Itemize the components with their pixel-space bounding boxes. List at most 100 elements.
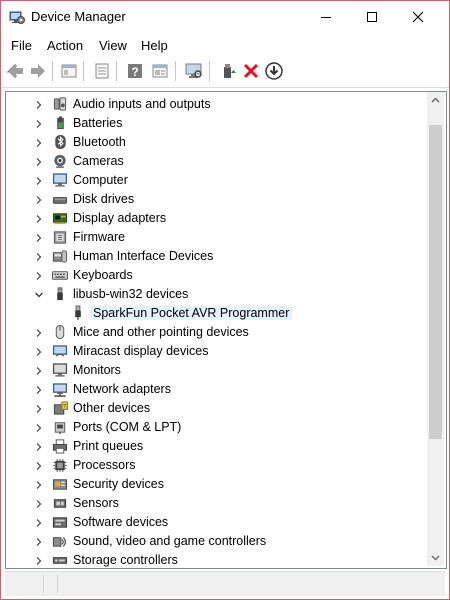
- properties-icon[interactable]: [59, 61, 79, 81]
- chevron-right-icon[interactable]: [34, 517, 44, 527]
- toolbar-separator: [209, 61, 210, 81]
- tree-category-item[interactable]: Print queues: [6, 437, 426, 456]
- details-icon[interactable]: [150, 61, 170, 81]
- tree-item-label: Network adapters: [73, 382, 171, 396]
- svg-text:?: ?: [131, 65, 138, 79]
- tree-category-item[interactable]: Sensors: [6, 494, 426, 513]
- tree-category-item[interactable]: Computer: [6, 171, 426, 190]
- device-tree[interactable]: Audio inputs and outputs Batteries Bluetoo…: [5, 91, 447, 569]
- chevron-right-icon[interactable]: [34, 479, 44, 489]
- mouse-icon: [51, 324, 69, 340]
- update-driver-icon[interactable]: [218, 61, 238, 81]
- tree-item-label: Monitors: [73, 363, 121, 377]
- tree-category-item[interactable]: Batteries: [6, 114, 426, 133]
- chevron-right-icon[interactable]: [34, 175, 44, 185]
- chevron-right-icon[interactable]: [34, 460, 44, 470]
- tree-item-label: Bluetooth: [73, 135, 126, 149]
- toolbar-separator: [116, 61, 117, 81]
- back-arrow-icon[interactable]: [6, 61, 26, 81]
- chevron-right-icon[interactable]: [34, 441, 44, 451]
- tree-category-item[interactable]: Keyboards: [6, 266, 426, 285]
- tree-item-label: Sound, video and game controllers: [73, 534, 267, 548]
- status-segment: [45, 575, 58, 593]
- uninstall-icon[interactable]: [241, 61, 261, 81]
- chevron-right-icon[interactable]: [34, 194, 44, 204]
- chevron-right-icon[interactable]: [34, 327, 44, 337]
- chevron-right-icon[interactable]: [34, 270, 44, 280]
- chevron-right-icon[interactable]: [34, 251, 44, 261]
- tree-category-item[interactable]: Bluetooth: [6, 133, 426, 152]
- menu-view[interactable]: View: [99, 38, 127, 53]
- menu-bar: File Action View Help: [1, 33, 449, 57]
- menu-help[interactable]: Help: [141, 38, 168, 53]
- tree-category-item[interactable]: Sound, video and game controllers: [6, 532, 426, 551]
- tree-category-item[interactable]: Network adapters: [6, 380, 426, 399]
- tree-item-label: Miracast display devices: [73, 344, 209, 358]
- scan-hardware-icon[interactable]: [184, 61, 204, 81]
- other-devices-icon: ?: [51, 400, 69, 416]
- show-hidden-icon[interactable]: [92, 61, 112, 81]
- toolbar: ?: [1, 57, 449, 88]
- bluetooth-icon: [51, 134, 69, 150]
- tree-category-item[interactable]: Human Interface Devices: [6, 247, 426, 266]
- tree-item-label: Storage controllers: [73, 553, 178, 567]
- help-icon[interactable]: ?: [125, 61, 145, 81]
- toolbar-separator: [52, 61, 53, 81]
- tree-category-item[interactable]: ? Other devices: [6, 399, 426, 418]
- window-title: Device Manager: [31, 9, 126, 24]
- maximize-button[interactable]: [349, 1, 395, 33]
- tree-category-item[interactable]: Firmware: [6, 228, 426, 247]
- menu-file[interactable]: File: [11, 38, 32, 53]
- scroll-down-icon[interactable]: [427, 549, 444, 566]
- chevron-right-icon[interactable]: [34, 384, 44, 394]
- chevron-right-icon[interactable]: [34, 403, 44, 413]
- sensor-icon: [51, 495, 69, 511]
- chevron-right-icon[interactable]: [34, 232, 44, 242]
- chevron-right-icon[interactable]: [34, 365, 44, 375]
- chevron-right-icon[interactable]: [34, 156, 44, 166]
- battery-icon: [51, 115, 69, 131]
- tree-category-item[interactable]: Storage controllers: [6, 551, 426, 568]
- tree-category-item[interactable]: Monitors: [6, 361, 426, 380]
- vertical-scrollbar[interactable]: [427, 92, 444, 566]
- chevron-right-icon[interactable]: [34, 498, 44, 508]
- tree-category-item[interactable]: Software devices: [6, 513, 426, 532]
- tree-category-item[interactable]: Disk drives: [6, 190, 426, 209]
- tree-category-item[interactable]: Mice and other pointing devices: [6, 323, 426, 342]
- scroll-thumb[interactable]: [429, 125, 442, 439]
- speaker-icon: [51, 96, 69, 112]
- device-manager-icon: [9, 9, 25, 25]
- close-button[interactable]: [395, 1, 441, 33]
- chevron-down-icon[interactable]: [34, 289, 44, 299]
- keyboard-icon: [51, 267, 69, 283]
- title-bar[interactable]: Device Manager: [1, 1, 449, 33]
- status-segment: [5, 575, 44, 593]
- scroll-up-icon[interactable]: [427, 92, 444, 109]
- tree-category-item[interactable]: Security devices: [6, 475, 426, 494]
- disk-drive-icon: [51, 191, 69, 207]
- menu-action[interactable]: Action: [47, 38, 83, 53]
- tree-item-label: Software devices: [73, 515, 169, 529]
- chevron-right-icon[interactable]: [34, 137, 44, 147]
- chevron-right-icon[interactable]: [34, 536, 44, 546]
- minimize-button[interactable]: [303, 1, 349, 33]
- tree-category-item[interactable]: Display adapters: [6, 209, 426, 228]
- chevron-right-icon[interactable]: [34, 99, 44, 109]
- tree-category-item[interactable]: Processors: [6, 456, 426, 475]
- chevron-right-icon[interactable]: [34, 555, 44, 565]
- download-icon[interactable]: [264, 61, 284, 81]
- tree-category-item[interactable]: libusb-win32 devices: [6, 285, 426, 304]
- chevron-right-icon[interactable]: [34, 422, 44, 432]
- tree-device-item[interactable]: SparkFun Pocket AVR Programmer: [6, 304, 426, 323]
- tree-item-label: Computer: [73, 173, 128, 187]
- chevron-right-icon[interactable]: [34, 346, 44, 356]
- chevron-right-icon[interactable]: [34, 118, 44, 128]
- tree-category-item[interactable]: Cameras: [6, 152, 426, 171]
- tree-item-label: Cameras: [73, 154, 124, 168]
- chevron-right-icon[interactable]: [34, 213, 44, 223]
- tree-category-item[interactable]: Miracast display devices: [6, 342, 426, 361]
- tree-category-item[interactable]: Ports (COM & LPT): [6, 418, 426, 437]
- forward-arrow-icon[interactable]: [28, 61, 48, 81]
- tree-category-item[interactable]: Audio inputs and outputs: [6, 95, 426, 114]
- tree-item-label: SparkFun Pocket AVR Programmer: [90, 306, 293, 320]
